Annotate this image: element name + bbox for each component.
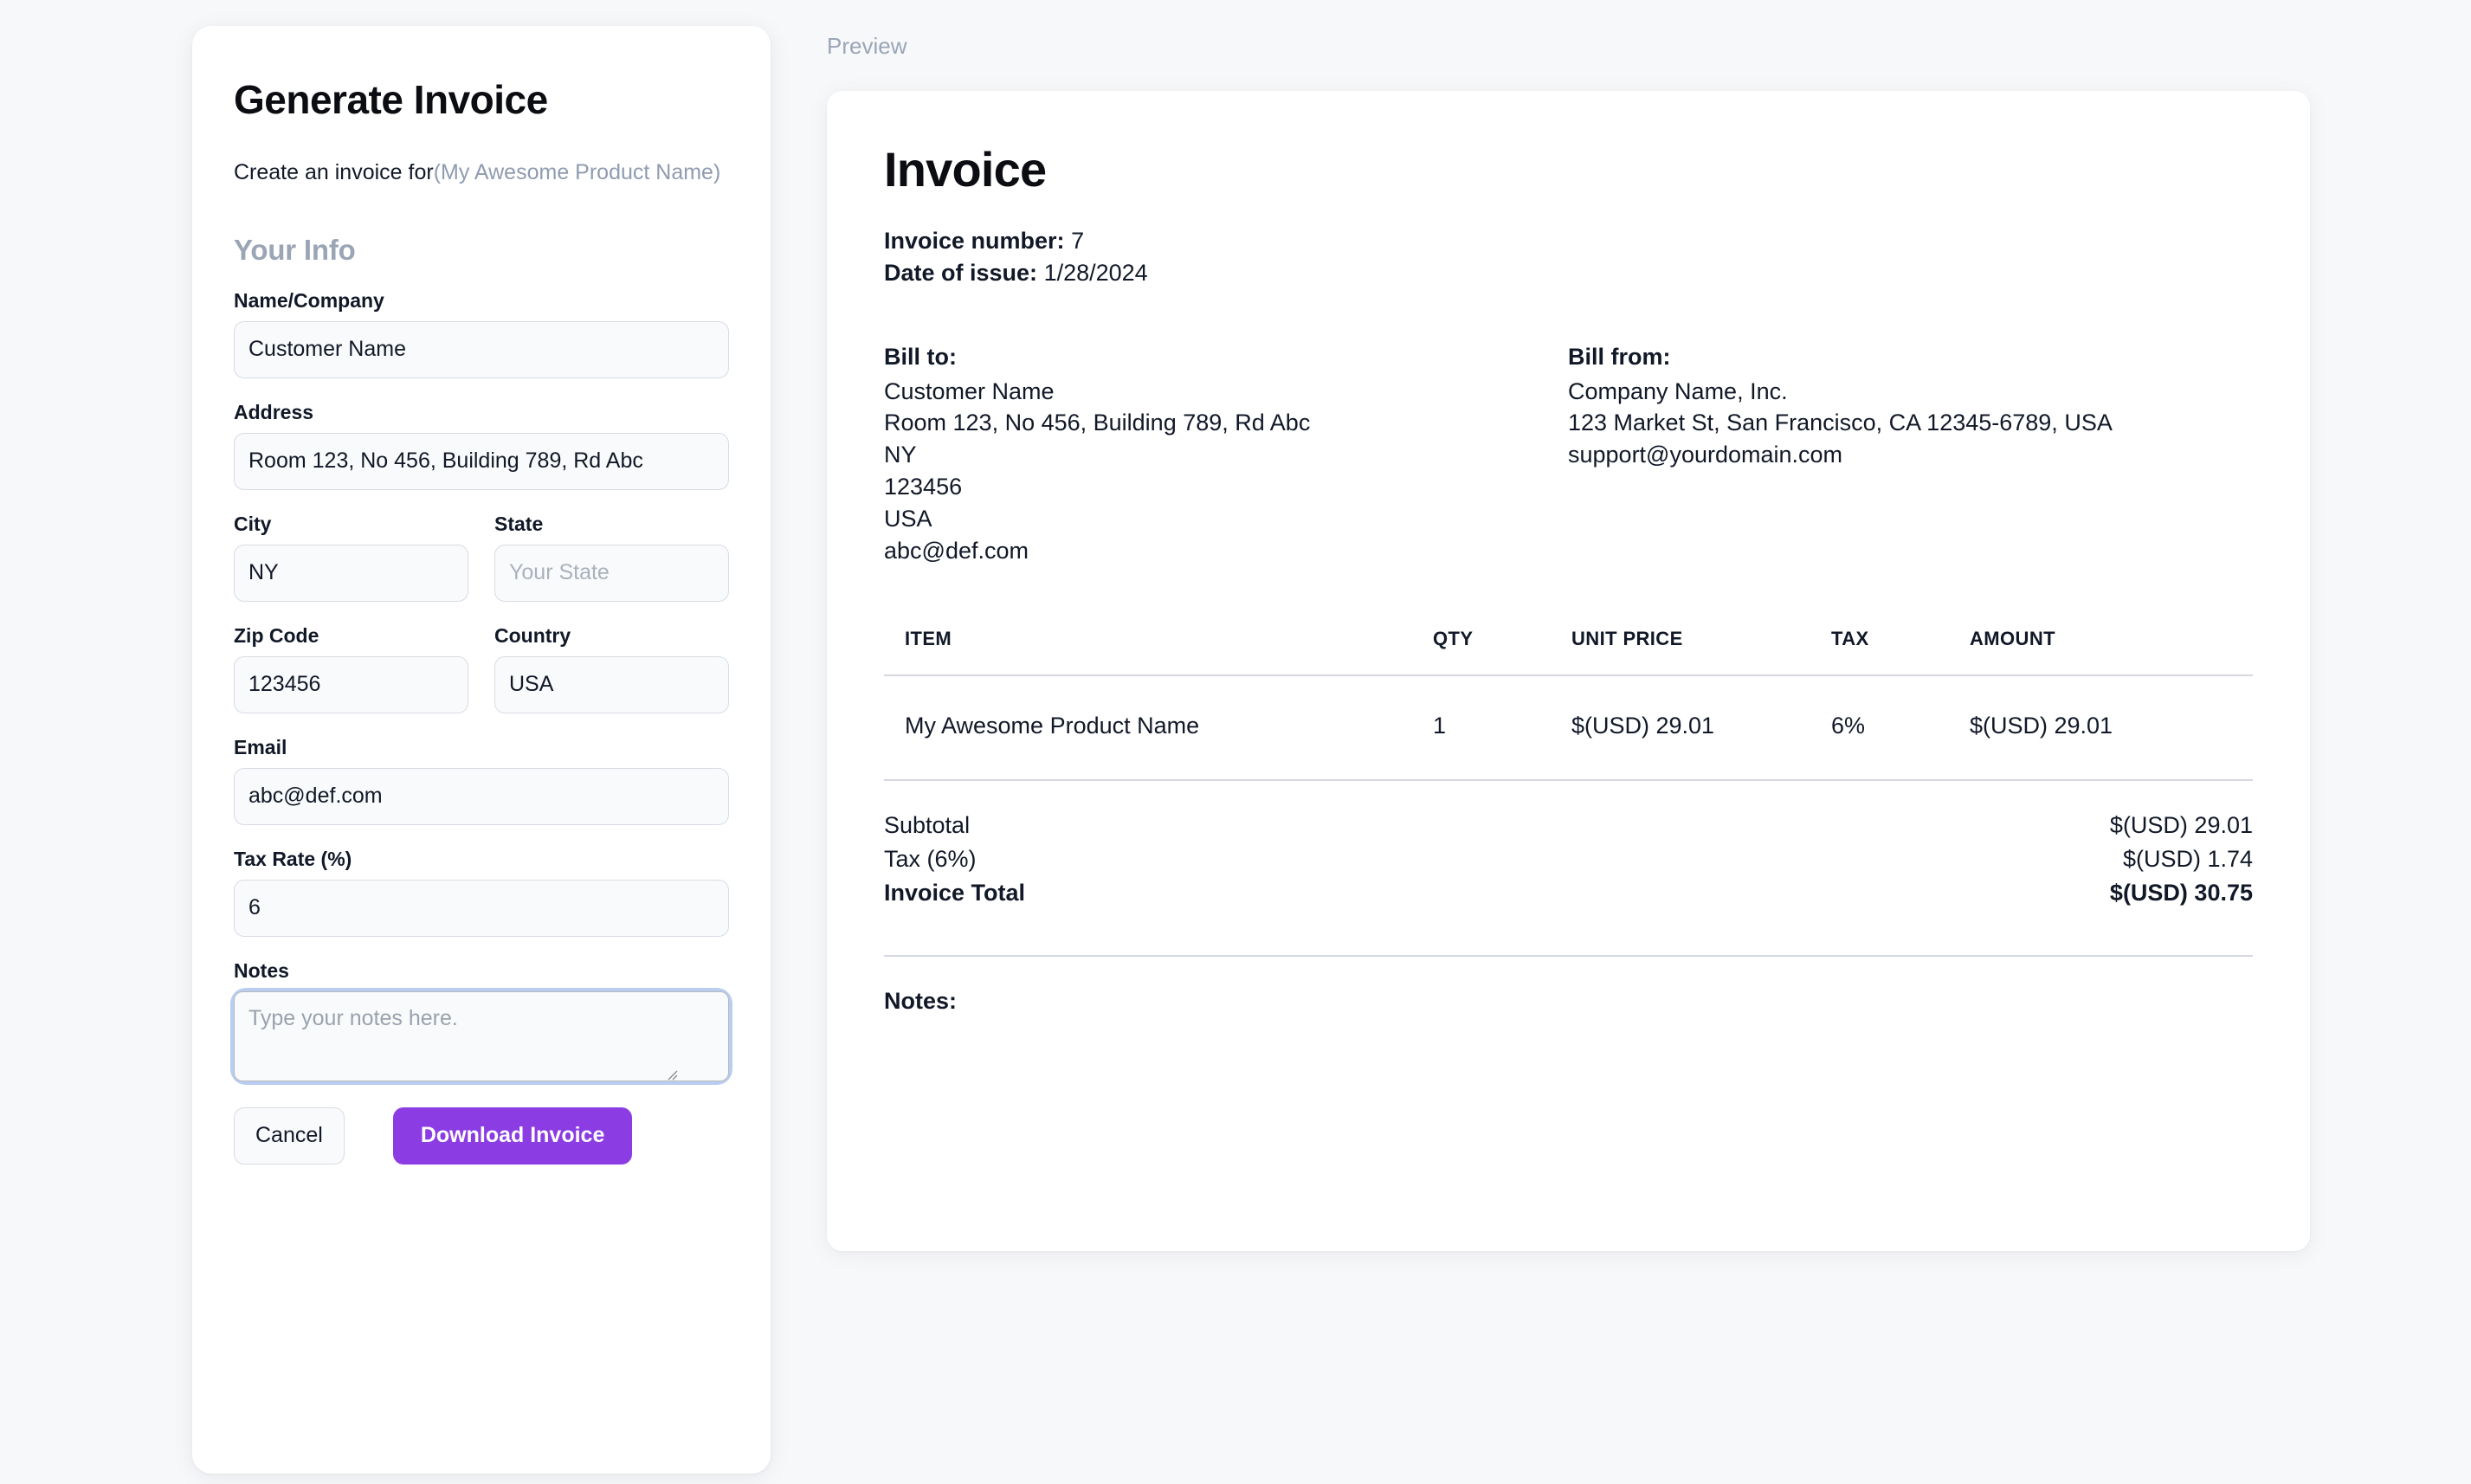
field-address: Address — [234, 401, 729, 490]
form-subtitle-product: (My Awesome Product Name) — [433, 160, 721, 184]
invoice-date-label: Date of issue: — [884, 260, 1038, 287]
invoice-meta: Invoice number: 7 Date of issue: 1/28/20… — [884, 225, 2253, 290]
form-action-row: Cancel Download Invoice — [234, 1107, 729, 1165]
state-label: State — [494, 512, 544, 535]
field-city: City — [234, 513, 468, 602]
tax-label: Tax (6%) — [884, 846, 977, 873]
bill-from-block: Bill from: Company Name, Inc. 123 Market… — [1568, 344, 2253, 568]
invoice-number-row: Invoice number: 7 — [884, 225, 2253, 257]
bill-to-line: USA — [884, 506, 932, 532]
bill-from-line: 123 Market St, San Francisco, CA 12345-6… — [1568, 410, 2113, 436]
zip-country-row: Zip Code Country — [234, 624, 729, 736]
invoice-date-value: 1/28/2024 — [1043, 260, 1148, 287]
download-invoice-button[interactable]: Download Invoice — [392, 1107, 633, 1165]
line-items-table: ITEM QTY UNIT PRICE TAX AMOUNT My Awesom… — [884, 628, 2253, 782]
totals-row-tax: Tax (6%) $(USD) 1.74 — [884, 842, 2253, 876]
subtotal-label: Subtotal — [884, 812, 971, 839]
page-title: Generate Invoice — [234, 77, 548, 122]
invoice-number-value: 7 — [1071, 228, 1085, 254]
form-subtitle-prefix: Create an invoice for — [234, 160, 434, 184]
cell-tax: 6% — [1831, 675, 1970, 782]
preview-notes-heading: Notes: — [884, 988, 958, 1015]
bill-to-block: Bill to: Customer Name Room 123, No 456,… — [884, 344, 1568, 568]
invoice-totals: Subtotal $(USD) 29.01 Tax (6%) $(USD) 1.… — [884, 809, 2253, 910]
country-input[interactable] — [494, 655, 729, 713]
subtotal-value: $(USD) 29.01 — [2109, 812, 2253, 839]
city-state-row: City State — [234, 513, 729, 624]
bill-from-heading: Bill from: — [1568, 343, 1671, 370]
bill-from-line: Company Name, Inc. — [1568, 377, 1788, 404]
tax-value: $(USD) 1.74 — [2122, 846, 2253, 873]
cell-unit-price: $(USD) 29.01 — [1571, 675, 1831, 782]
col-header-item: ITEM — [884, 628, 1433, 677]
section-heading-your-info: Your Info — [234, 233, 356, 266]
field-country: Country — [494, 624, 729, 713]
field-state: State — [494, 513, 729, 602]
preview-label: Preview — [827, 33, 907, 59]
address-label: Address — [234, 400, 314, 423]
bill-from-line: support@yourdomain.com — [1568, 442, 1843, 468]
totals-row-subtotal: Subtotal $(USD) 29.01 — [884, 809, 2253, 842]
cell-item: My Awesome Product Name — [884, 675, 1433, 782]
field-notes: Notes — [234, 959, 729, 1081]
generate-invoice-form-card: Generate Invoice Create an invoice for(M… — [192, 26, 771, 1474]
bill-to-line: NY — [884, 442, 917, 468]
notes-textarea[interactable] — [234, 990, 729, 1081]
name-company-label: Name/Company — [234, 288, 384, 312]
col-header-amount: AMOUNT — [1970, 628, 2253, 677]
totals-row-invoice-total: Invoice Total $(USD) 30.75 — [884, 876, 2253, 910]
bill-to-heading: Bill to: — [884, 343, 957, 370]
field-tax-rate: Tax Rate (%) — [234, 848, 729, 937]
resize-handle-icon[interactable] — [665, 1068, 679, 1081]
field-email: Email — [234, 736, 729, 825]
bill-to-line: Room 123, No 456, Building 789, Rd Abc — [884, 410, 1311, 436]
col-header-price: UNIT PRICE — [1571, 628, 1831, 677]
city-label: City — [234, 512, 272, 535]
invoice-date-row: Date of issue: 1/28/2024 — [884, 257, 2253, 289]
cell-qty: 1 — [1433, 675, 1571, 782]
notes-divider: Notes: — [884, 955, 2253, 1015]
notes-focus-ring — [234, 990, 729, 1081]
invoice-preview-card: Invoice Invoice number: 7 Date of issue:… — [827, 91, 2310, 1251]
bill-to-line: 123456 — [884, 474, 963, 500]
table-header-row: ITEM QTY UNIT PRICE TAX AMOUNT — [884, 628, 2253, 677]
col-header-qty: QTY — [1433, 628, 1571, 677]
email-input[interactable] — [234, 767, 729, 825]
line-items-head: ITEM QTY UNIT PRICE TAX AMOUNT — [884, 628, 2253, 677]
table-row: My Awesome Product Name 1 $(USD) 29.01 6… — [884, 675, 2253, 782]
country-label: Country — [494, 623, 571, 647]
cell-amount: $(USD) 29.01 — [1970, 675, 2253, 782]
tax-rate-label: Tax Rate (%) — [234, 847, 352, 870]
form-subtitle: Create an invoice for(My Awesome Product… — [234, 158, 729, 189]
bill-to-line: Customer Name — [884, 377, 1055, 404]
zip-code-label: Zip Code — [234, 623, 319, 647]
bill-to-line: abc@def.com — [884, 538, 1029, 565]
zip-code-input[interactable] — [234, 655, 468, 713]
notes-label: Notes — [234, 958, 289, 982]
tax-rate-input[interactable] — [234, 879, 729, 937]
state-input[interactable] — [494, 544, 729, 602]
invoice-total-value: $(USD) 30.75 — [2109, 880, 2253, 907]
name-company-input[interactable] — [234, 320, 729, 378]
col-header-tax: TAX — [1831, 628, 1970, 677]
billing-details: Bill to: Customer Name Room 123, No 456,… — [884, 344, 2253, 568]
email-label: Email — [234, 735, 287, 758]
field-zip-code: Zip Code — [234, 624, 468, 713]
invoice-title: Invoice — [884, 142, 1047, 197]
invoice-generator-page: Generate Invoice Create an invoice for(M… — [0, 0, 2471, 1484]
field-name-company: Name/Company — [234, 289, 729, 378]
invoice-total-label: Invoice Total — [884, 880, 1026, 907]
notes-holder — [234, 990, 729, 1081]
line-items-body: My Awesome Product Name 1 $(USD) 29.01 6… — [884, 675, 2253, 782]
cancel-button[interactable]: Cancel — [234, 1107, 345, 1165]
address-input[interactable] — [234, 432, 729, 490]
city-input[interactable] — [234, 544, 468, 602]
invoice-number-label: Invoice number: — [884, 228, 1065, 254]
